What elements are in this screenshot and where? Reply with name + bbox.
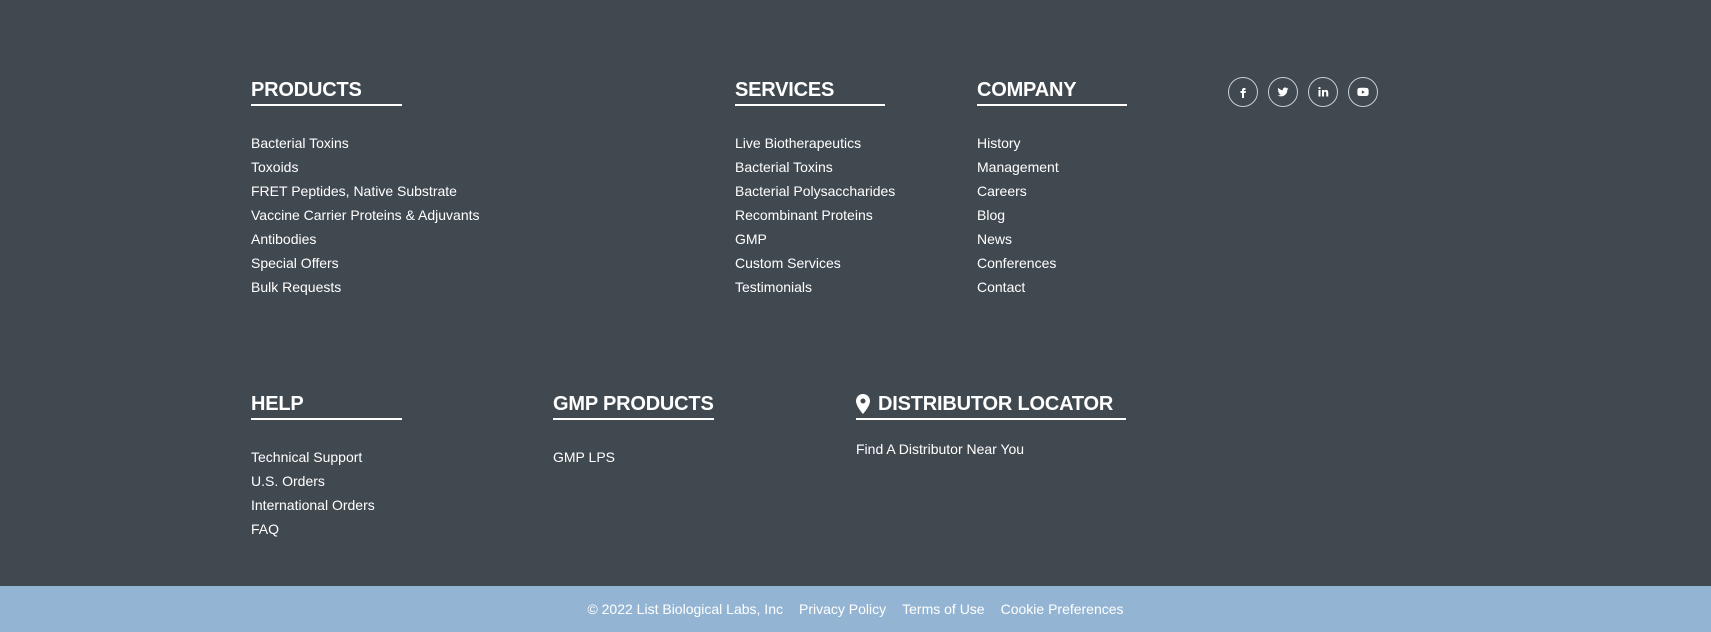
services-link-bacterial-polysaccharides[interactable]: Bacterial Polysaccharides [735,179,895,203]
terms-of-use-link[interactable]: Terms of Use [902,601,984,617]
company-link-history[interactable]: History [977,131,1127,155]
services-heading: SERVICES [735,77,885,106]
services-link-gmp[interactable]: GMP [735,227,895,251]
services-link-custom-services[interactable]: Custom Services [735,251,895,275]
company-heading: COMPANY [977,77,1127,106]
company-link-contact[interactable]: Contact [977,275,1127,299]
help-heading: HELP [251,391,402,420]
company-column: COMPANY History Management Careers Blog … [977,77,1127,299]
youtube-button[interactable] [1348,77,1378,107]
copyright-text: © 2022 List Biological Labs, Inc [587,601,783,617]
company-link-management[interactable]: Management [977,155,1127,179]
twitter-icon [1277,87,1289,97]
footer-main: PRODUCTS Bacterial Toxins Toxoids FRET P… [0,0,1711,586]
help-link-faq[interactable]: FAQ [251,517,402,541]
youtube-icon [1357,87,1369,96]
help-link-international-orders[interactable]: International Orders [251,493,402,517]
help-list: Technical Support U.S. Orders Internatio… [251,445,402,541]
linkedin-icon [1318,87,1329,97]
services-column: SERVICES Live Biotherapeutics Bacterial … [735,77,895,299]
products-link-bacterial-toxins[interactable]: Bacterial Toxins [251,131,480,155]
products-link-fret-peptides[interactable]: FRET Peptides, Native Substrate [251,179,480,203]
gmp-products-link-gmp-lps[interactable]: GMP LPS [553,445,714,469]
products-list: Bacterial Toxins Toxoids FRET Peptides, … [251,131,480,299]
company-link-news[interactable]: News [977,227,1127,251]
help-column: HELP Technical Support U.S. Orders Inter… [251,391,402,541]
facebook-button[interactable] [1228,77,1258,107]
gmp-products-heading: GMP PRODUCTS [553,391,714,420]
services-link-testimonials[interactable]: Testimonials [735,275,895,299]
products-link-bulk-requests[interactable]: Bulk Requests [251,275,480,299]
company-link-careers[interactable]: Careers [977,179,1127,203]
services-link-live-biotherapeutics[interactable]: Live Biotherapeutics [735,131,895,155]
cookie-preferences-link[interactable]: Cookie Preferences [1001,601,1124,617]
facebook-icon [1240,88,1246,98]
products-link-antibodies[interactable]: Antibodies [251,227,480,251]
company-list: History Management Careers Blog News Con… [977,131,1127,299]
services-link-bacterial-toxins[interactable]: Bacterial Toxins [735,155,895,179]
gmp-products-column: GMP PRODUCTS GMP LPS [553,391,714,469]
products-heading: PRODUCTS [251,77,402,106]
company-link-blog[interactable]: Blog [977,203,1127,227]
products-link-vaccine-carrier-proteins[interactable]: Vaccine Carrier Proteins & Adjuvants [251,203,480,227]
distributor-column: DISTRIBUTOR LOCATOR Find A Distributor N… [856,391,1126,461]
privacy-policy-link[interactable]: Privacy Policy [799,601,886,617]
products-link-special-offers[interactable]: Special Offers [251,251,480,275]
twitter-button[interactable] [1268,77,1298,107]
bottom-bar: © 2022 List Biological Labs, Inc Privacy… [0,586,1711,632]
distributor-list: Find A Distributor Near You [856,437,1126,461]
linkedin-button[interactable] [1308,77,1338,107]
social-links [1228,77,1378,107]
services-list: Live Biotherapeutics Bacterial Toxins Ba… [735,131,895,299]
company-link-conferences[interactable]: Conferences [977,251,1127,275]
help-link-technical-support[interactable]: Technical Support [251,445,402,469]
services-link-recombinant-proteins[interactable]: Recombinant Proteins [735,203,895,227]
distributor-link-find[interactable]: Find A Distributor Near You [856,437,1126,461]
distributor-heading-label: DISTRIBUTOR LOCATOR [878,393,1114,415]
distributor-heading: DISTRIBUTOR LOCATOR [856,391,1126,420]
products-column: PRODUCTS Bacterial Toxins Toxoids FRET P… [251,77,480,299]
map-pin-icon [856,394,870,414]
help-link-us-orders[interactable]: U.S. Orders [251,469,402,493]
gmp-products-list: GMP LPS [553,445,714,469]
products-link-toxoids[interactable]: Toxoids [251,155,480,179]
